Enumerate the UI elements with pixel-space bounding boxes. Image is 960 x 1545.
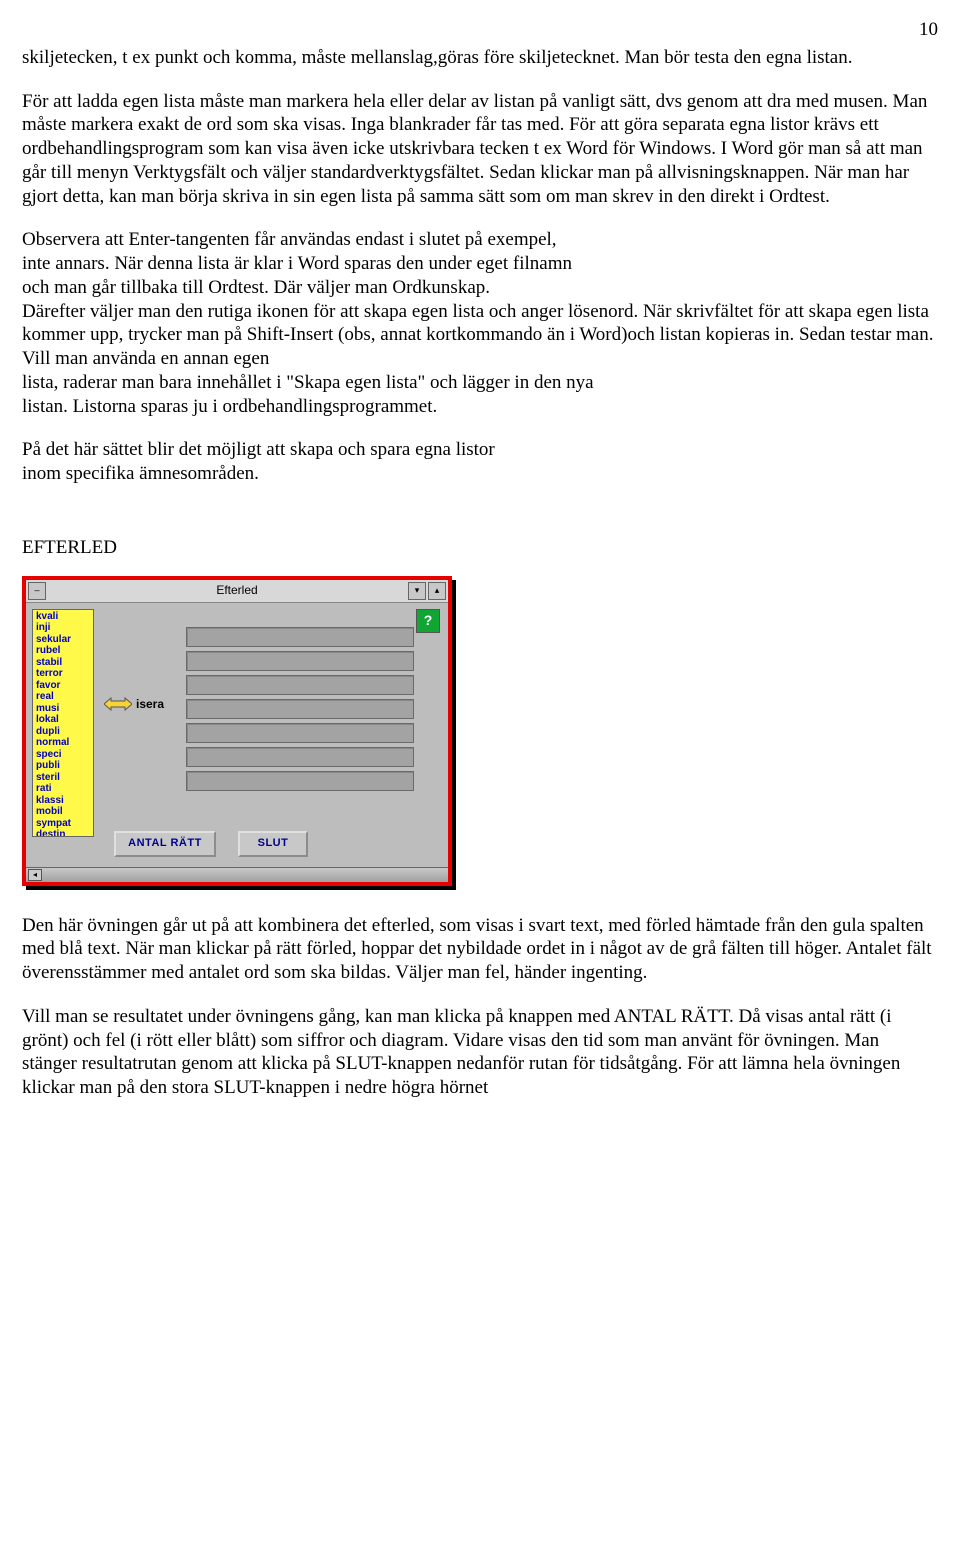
list-item[interactable]: terror xyxy=(36,668,90,680)
list-item[interactable]: speci xyxy=(36,749,90,761)
list-item[interactable]: kvali xyxy=(36,611,90,623)
answer-slot xyxy=(186,651,414,671)
answer-slot xyxy=(186,627,414,647)
maximize-icon[interactable]: ▴ xyxy=(428,582,446,600)
list-item[interactable]: sekular xyxy=(36,634,90,646)
horizontal-scrollbar[interactable]: ◂ xyxy=(26,867,448,882)
list-item[interactable]: stabil xyxy=(36,657,90,669)
list-item[interactable]: rubel xyxy=(36,645,90,657)
slut-button[interactable]: SLUT xyxy=(238,831,308,857)
list-item[interactable]: steril xyxy=(36,772,90,784)
body-paragraph: Den här övningen går ut på att kombinera… xyxy=(22,914,938,985)
window-titlebar: – Efterled ▾ ▴ xyxy=(26,580,448,603)
double-arrow-icon xyxy=(104,697,132,711)
answer-fields xyxy=(186,627,414,791)
answer-slot xyxy=(186,723,414,743)
list-item[interactable]: normal xyxy=(36,737,90,749)
body-paragraph: För att ladda egen lista måste man marke… xyxy=(22,90,938,209)
list-item[interactable]: klassi xyxy=(36,795,90,807)
list-item[interactable]: lokal xyxy=(36,714,90,726)
efterled-screenshot: – Efterled ▾ ▴ ? kvali inji sekular rube… xyxy=(22,576,452,886)
suffix-text: isera xyxy=(136,697,164,712)
answer-slot xyxy=(186,699,414,719)
answer-slot xyxy=(186,747,414,767)
list-item[interactable]: publi xyxy=(36,760,90,772)
list-item[interactable]: sympat xyxy=(36,818,90,830)
suffix-label: isera xyxy=(104,697,164,712)
scroll-left-icon[interactable]: ◂ xyxy=(28,869,42,881)
body-paragraph: Observera att Enter-tangenten får använd… xyxy=(22,228,938,418)
window-client-area: ? kvali inji sekular rubel stabil terror… xyxy=(26,603,448,867)
body-paragraph: På det här sättet blir det möjligt att s… xyxy=(22,438,938,486)
window-title: Efterled xyxy=(216,583,257,598)
list-item[interactable]: real xyxy=(36,691,90,703)
list-item[interactable]: destin xyxy=(36,829,90,837)
list-item[interactable]: mobil xyxy=(36,806,90,818)
minimize-icon[interactable]: ▾ xyxy=(408,582,426,600)
body-paragraph: Vill man se resultatet under övningens g… xyxy=(22,1005,938,1100)
list-item[interactable]: favor xyxy=(36,680,90,692)
antal-ratt-button[interactable]: ANTAL RÄTT xyxy=(114,831,216,857)
page-number: 10 xyxy=(22,18,938,42)
list-item[interactable]: inji xyxy=(36,622,90,634)
body-paragraph: skiljetecken, t ex punkt och komma, måst… xyxy=(22,46,938,70)
answer-slot xyxy=(186,771,414,791)
list-item[interactable]: dupli xyxy=(36,726,90,738)
list-item[interactable]: rati xyxy=(36,783,90,795)
prefix-list[interactable]: kvali inji sekular rubel stabil terror f… xyxy=(32,609,94,837)
list-item[interactable]: musi xyxy=(36,703,90,715)
help-icon[interactable]: ? xyxy=(416,609,440,633)
section-title-efterled: EFTERLED xyxy=(22,536,938,560)
sysmenu-icon[interactable]: – xyxy=(28,582,46,600)
answer-slot xyxy=(186,675,414,695)
